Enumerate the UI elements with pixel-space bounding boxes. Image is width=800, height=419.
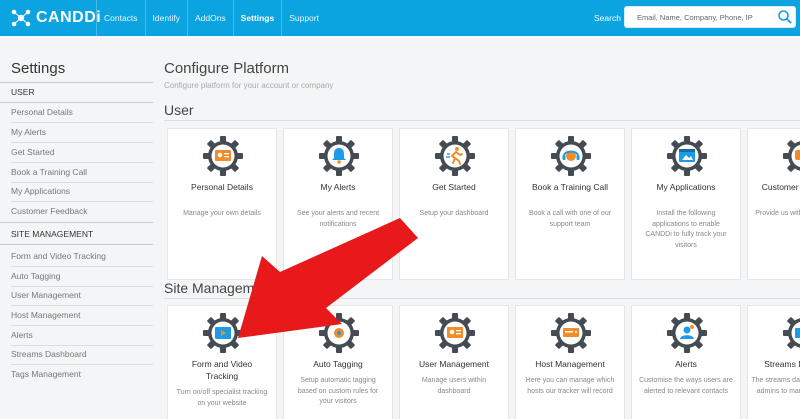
sidebar-item-book-training[interactable]: Book a Training Call <box>11 163 153 183</box>
bell-icon <box>319 136 359 176</box>
card-title: My Alerts <box>320 182 356 192</box>
sidebar-title: Settings <box>11 60 66 77</box>
sidebar-item-tags-management[interactable]: Tags Management <box>11 365 153 385</box>
card-customer-feedback[interactable]: Customer Feedback Provide us with feedba… <box>747 128 800 280</box>
card-title: Auto Tagging <box>313 359 363 369</box>
logo[interactable]: CANDDi <box>10 6 101 30</box>
section-divider <box>164 120 800 121</box>
card-host-management[interactable]: Host Management Here you can manage whic… <box>515 305 625 419</box>
card-personal-details[interactable]: Personal Details Manage your own details <box>167 128 277 280</box>
sidebar-heading-user: USER <box>11 87 35 97</box>
card-user-management[interactable]: User Management Manage users within dash… <box>399 305 509 419</box>
card-title: Book a Training Call <box>531 182 609 192</box>
card-title: Host Management <box>535 359 605 369</box>
card-description: Here you can manage which hosts our trac… <box>525 377 615 395</box>
card-streams-dashboard[interactable]: Streams Dashboard The streams dashboard … <box>747 305 800 419</box>
sidebar-item-customer-feedback[interactable]: Customer Feedback <box>11 202 153 222</box>
section-title-user: User <box>164 102 194 118</box>
nav-addons[interactable]: AddOns <box>186 0 233 36</box>
id-card-icon <box>203 136 243 176</box>
app-window-icon <box>667 136 707 176</box>
card-form-video-tracking[interactable]: Form and Video Tracking Turn on/off spec… <box>167 305 277 419</box>
sidebar-item-personal-details[interactable]: Personal Details <box>11 103 153 123</box>
section-divider <box>164 298 800 299</box>
logo-text: CANDDi <box>36 9 102 26</box>
card-my-applications[interactable]: My Applications Install the following ap… <box>631 128 741 280</box>
sidebar-item-my-alerts[interactable]: My Alerts <box>11 123 153 143</box>
main-nav: Contacts Identify AddOns Settings Suppor… <box>96 0 326 36</box>
card-description: Install the following applications to en… <box>645 210 727 249</box>
card-title: Streams Dashboard <box>764 359 800 369</box>
card-title: Form and Video Tracking <box>191 359 253 381</box>
card-auto-tagging[interactable]: Auto Tagging Setup automatic tagging bas… <box>283 305 393 419</box>
sidebar-divider <box>0 222 153 223</box>
card-title: Personal Details <box>191 182 253 192</box>
nav-support[interactable]: Support <box>281 0 326 36</box>
search-box <box>624 6 796 28</box>
card-title: User Management <box>419 359 489 369</box>
card-description: Provide us with feedback, ... <box>755 210 800 217</box>
page-subtitle: Configure platform for your account or c… <box>164 81 334 90</box>
sidebar-item-host-management[interactable]: Host Management <box>11 306 153 326</box>
video-form-icon <box>203 313 243 353</box>
card-alerts[interactable]: Alerts Customise the ways users are aler… <box>631 305 741 419</box>
feedback-icon <box>783 136 800 176</box>
search-icon[interactable] <box>777 9 793 25</box>
card-description: Book a call with one of our support team <box>528 210 612 228</box>
sidebar-divider <box>0 244 153 245</box>
card-description: Setup your dashboard <box>419 210 489 217</box>
sidebar-divider <box>0 82 153 83</box>
sidebar-heading-site: SITE MANAGEMENT <box>11 229 94 239</box>
candi-logo-icon <box>11 9 31 27</box>
search-input[interactable] <box>625 7 775 27</box>
card-description: Turn on/off specialist tracking on your … <box>176 389 268 407</box>
card-description: Setup automatic tagging based on custom … <box>297 377 379 405</box>
card-my-alerts[interactable]: My Alerts See your alerts and recent not… <box>283 128 393 280</box>
page-title: Configure Platform <box>164 60 290 77</box>
card-description: Manage users within dashboard <box>421 377 487 395</box>
settings-sidebar: Settings USER Personal Details My Alerts… <box>0 36 153 419</box>
card-description: The streams dashboard allows admins to m… <box>751 377 800 395</box>
section-title-site-management: Site Management <box>164 280 274 296</box>
card-title: Get Started <box>432 182 476 192</box>
tag-gear-icon <box>319 313 359 353</box>
card-title: My Applications <box>656 182 716 192</box>
headset-icon <box>551 136 591 176</box>
sidebar-item-get-started[interactable]: Get Started <box>11 143 153 163</box>
card-description: See your alerts and recent notifications <box>296 210 380 228</box>
card-title: Customer Feedback <box>761 182 800 192</box>
card-book-training-call[interactable]: Book a Training Call Book a call with on… <box>515 128 625 280</box>
nav-settings[interactable]: Settings <box>232 0 282 36</box>
sidebar-item-user-management[interactable]: User Management <box>11 286 153 306</box>
users-icon <box>435 313 475 353</box>
card-title: Alerts <box>675 359 697 369</box>
streams-icon <box>783 313 800 353</box>
sidebar-item-auto-tagging[interactable]: Auto Tagging <box>11 267 153 287</box>
server-icon <box>551 313 591 353</box>
sidebar-item-alerts[interactable]: Alerts <box>11 326 153 346</box>
runner-icon <box>435 136 475 176</box>
card-get-started[interactable]: Get Started Setup your dashboard <box>399 128 509 280</box>
sidebar-item-form-video[interactable]: Form and Video Tracking <box>11 247 153 267</box>
search-label: Search <box>594 13 621 23</box>
sidebar-item-streams-dashboard[interactable]: Streams Dashboard <box>11 345 153 365</box>
top-navbar: CANDDi Contacts Identify AddOns Settings… <box>0 0 800 36</box>
card-description: Manage your own details <box>183 210 261 217</box>
sidebar-item-my-applications[interactable]: My Applications <box>11 182 153 202</box>
nav-identify[interactable]: Identify <box>144 0 187 36</box>
nav-contacts[interactable]: Contacts <box>96 0 145 36</box>
card-description: Customise the ways users are alerted to … <box>639 377 733 395</box>
alert-person-icon <box>667 313 707 353</box>
